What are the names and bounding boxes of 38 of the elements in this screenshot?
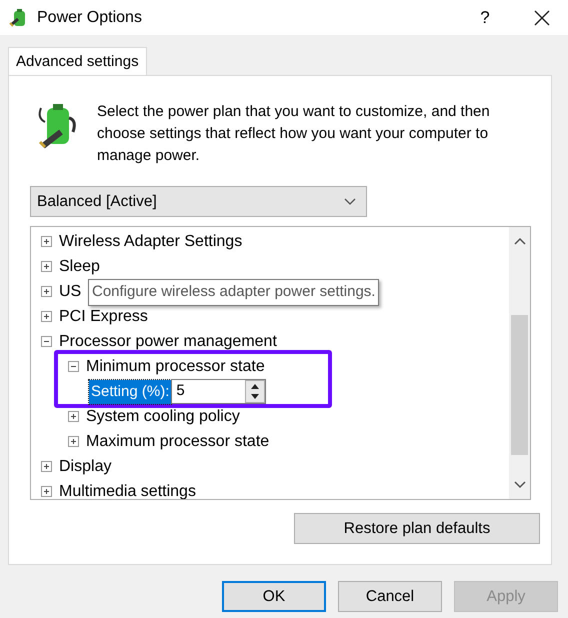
expand-icon[interactable] — [41, 461, 52, 472]
tree-item[interactable]: Sleep — [59, 254, 100, 278]
tab[interactable]: Advanced settings — [8, 47, 147, 76]
expand-icon[interactable] — [41, 486, 52, 497]
expand-icon[interactable] — [41, 286, 52, 297]
plan-dropdown[interactable]: Balanced [Active] — [30, 186, 367, 217]
expand-icon[interactable] — [41, 311, 52, 322]
tree-item[interactable]: Minimum processor state — [86, 354, 265, 378]
setting-spinner[interactable]: 5 — [171, 379, 266, 404]
expand-icon[interactable] — [68, 436, 79, 447]
scrollbar[interactable] — [509, 227, 530, 499]
tree-item[interactable]: PCI Express — [59, 304, 148, 328]
setting-label: Setting (%): — [89, 380, 172, 404]
tree-item[interactable]: US — [59, 280, 82, 304]
tree-item[interactable]: Maximum processor state — [86, 430, 270, 454]
window-title: Power Options — [37, 8, 142, 28]
dialog-button[interactable]: Cancel — [338, 581, 442, 612]
tree-item[interactable]: System cooling policy — [86, 404, 240, 428]
collapse-icon[interactable] — [41, 336, 52, 347]
chevron-down-icon — [344, 198, 356, 206]
scrollbar-thumb[interactable] — [511, 315, 528, 455]
spin-arrows-icon[interactable] — [245, 380, 266, 403]
help-button[interactable]: ? — [470, 4, 500, 30]
description-text: Select the power plan that you want to customize, and then choose settings that reflect how you want your computer to manage power. — [97, 102, 491, 166]
scroll-up-icon[interactable] — [514, 237, 526, 245]
tree-item[interactable]: Multimedia settings — [59, 480, 196, 499]
scroll-down-icon[interactable] — [514, 481, 526, 489]
expand-icon[interactable] — [41, 261, 52, 272]
collapse-icon[interactable] — [68, 361, 79, 372]
tooltip: Configure wireless adapter power settings. — [88, 279, 380, 306]
expand-icon[interactable] — [41, 236, 52, 247]
restore-defaults-button[interactable]: Restore plan defaults — [294, 513, 540, 544]
expand-icon[interactable] — [68, 411, 79, 422]
tree-item[interactable]: Processor power management — [59, 330, 277, 354]
tree-item[interactable]: Display — [59, 454, 112, 478]
dialog-button[interactable]: OK — [222, 581, 326, 612]
tree-item[interactable]: Wireless Adapter Settings — [59, 230, 242, 254]
close-icon[interactable] — [534, 10, 550, 26]
